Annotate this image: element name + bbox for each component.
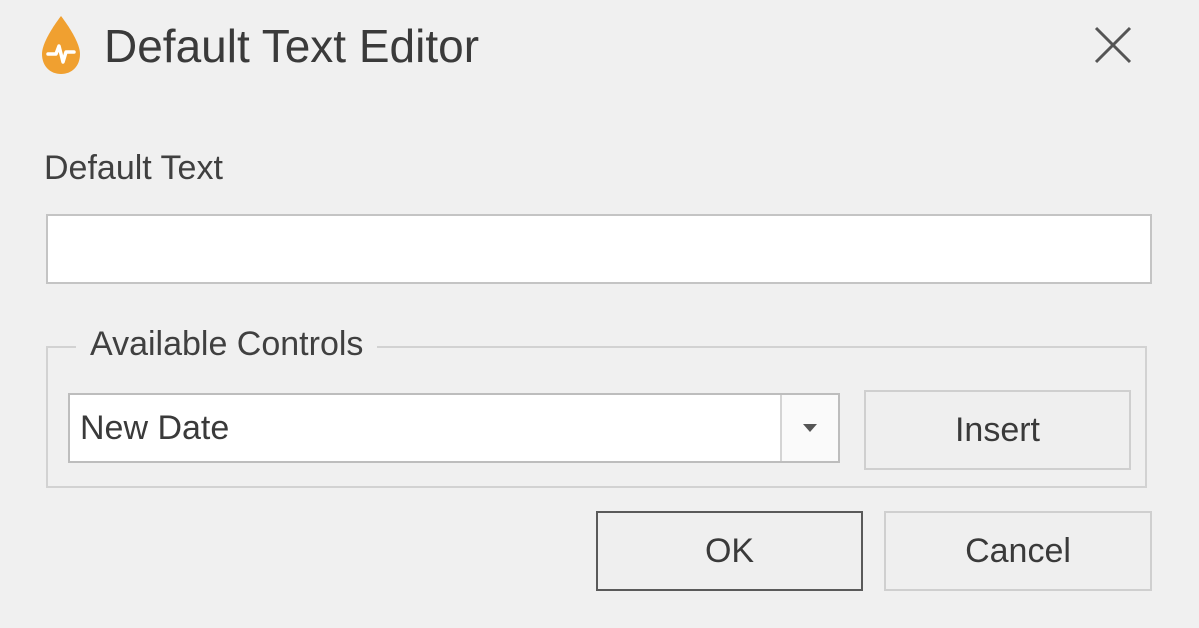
dropdown-arrow-button[interactable] <box>780 395 838 461</box>
insert-button[interactable]: Insert <box>864 390 1131 470</box>
close-icon <box>1094 26 1132 64</box>
available-controls-legend: Available Controls <box>76 322 378 366</box>
chevron-down-icon <box>803 424 817 432</box>
window-title: Default Text Editor <box>104 20 480 72</box>
ok-button[interactable]: OK <box>596 511 863 591</box>
controls-dropdown-value: New Date <box>80 409 230 447</box>
app-logo-icon <box>42 16 80 74</box>
cancel-button[interactable]: Cancel <box>884 511 1152 591</box>
default-text-label: Default Text <box>44 149 223 187</box>
default-text-input[interactable] <box>46 214 1152 284</box>
close-button[interactable] <box>1084 18 1142 72</box>
default-text-editor-dialog: Default Text Editor Default Text Availab… <box>0 0 1199 628</box>
controls-dropdown[interactable]: New Date <box>68 393 840 463</box>
